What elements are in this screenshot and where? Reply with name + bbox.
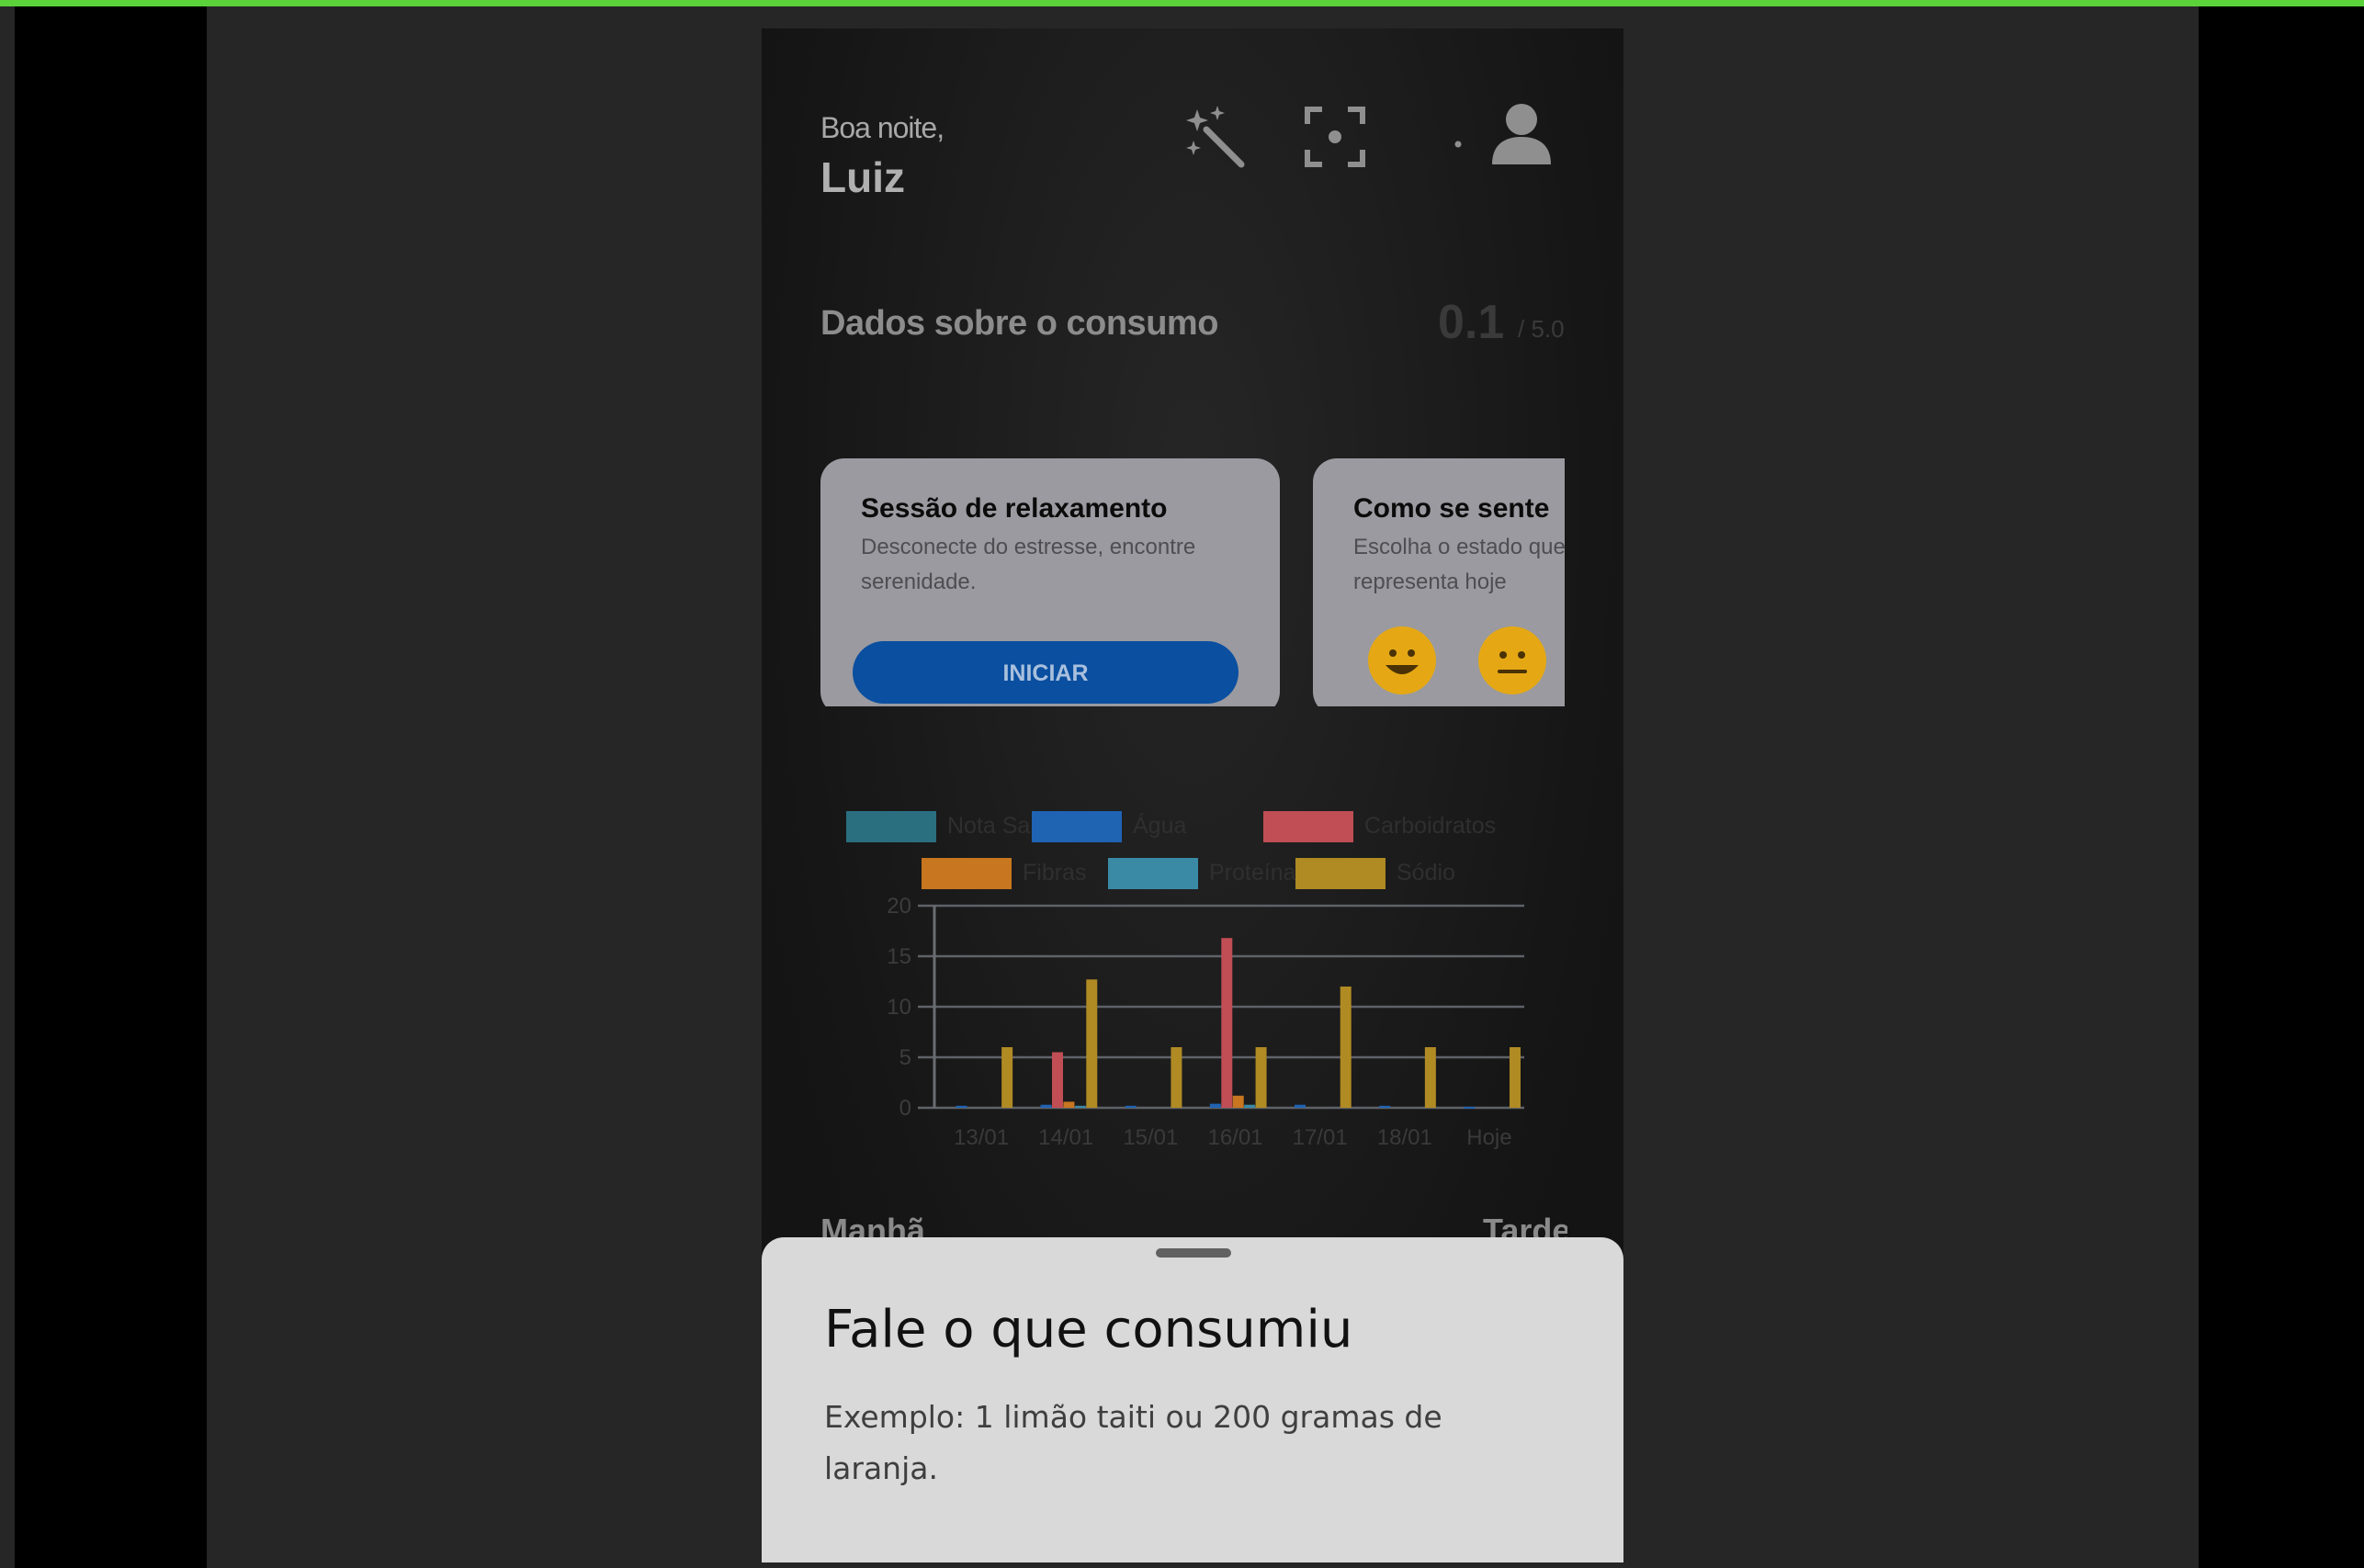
scan-icon[interactable]: [1304, 106, 1366, 168]
chart-bar: [1340, 987, 1352, 1108]
health-score-max: / 5.0: [1518, 315, 1565, 343]
x-tick-label: 13/01: [954, 1125, 1009, 1150]
relax-card[interactable]: Sessão de relaxamento Desconecte do estr…: [820, 458, 1280, 706]
mood-card-description: Escolha o estado que representa hoje: [1353, 535, 1565, 594]
consumption-title: Dados sobre o consumo: [820, 304, 1218, 343]
chart-bar: [1255, 1047, 1267, 1108]
sheet-title: Fale o que consumiu: [824, 1300, 1353, 1359]
chart-plot: 0 5 10 15 20 13/01 14/01 15/01 16/01 17/01 18/01 Ho…: [887, 894, 1524, 1150]
y-tick-label: 10: [887, 995, 911, 1020]
greeting-text: Boa noite,: [820, 111, 944, 144]
chart-bar: [1063, 1101, 1075, 1108]
window-edge: [0, 6, 15, 1568]
chart-bar: [1221, 938, 1233, 1108]
neutral-face-icon[interactable]: [1478, 626, 1546, 694]
cards-carousel[interactable]: Sessão de relaxamento Desconecte do estr…: [820, 431, 1623, 706]
x-tick-label: 18/01: [1377, 1125, 1432, 1150]
user-icon[interactable]: [1489, 102, 1554, 166]
relax-card-title: Sessão de relaxamento: [861, 493, 1168, 524]
chart-bar: [1464, 1106, 1476, 1109]
chart-bar: [1379, 1105, 1391, 1108]
consumption-chart: Nota Saúde Água Carboidratos Fibras Proteína…: [817, 763, 1589, 1168]
chart-bar: [1001, 1047, 1013, 1108]
mood-card-title: Como se sente: [1353, 493, 1550, 524]
phone-frame: Boa noite, Luiz Dados sobre o consumo 0.…: [762, 28, 1623, 1562]
y-tick-label: 20: [887, 894, 911, 919]
chart-bar: [1510, 1047, 1521, 1108]
x-tick-label: 14/01: [1038, 1125, 1093, 1150]
chart-bar: [1086, 979, 1098, 1108]
chart-bar: [956, 1105, 967, 1108]
chart-bar: [1424, 1047, 1436, 1108]
sheet-hint: Exemplo: 1 limão taiti ou 200 gramas de …: [824, 1399, 1442, 1486]
x-tick-label: Hoje: [1466, 1125, 1511, 1150]
y-tick-label: 0: [899, 1096, 911, 1121]
chart-bar: [1125, 1105, 1137, 1108]
chart-bar: [1052, 1052, 1063, 1108]
cards-viewport: Sessão de relaxamento Desconecte do estr…: [820, 431, 1565, 706]
happy-face-icon[interactable]: [1368, 626, 1436, 694]
chart-bar: [1209, 1103, 1221, 1108]
x-tick-label: 16/01: [1207, 1125, 1262, 1150]
top-progress-bar: [0, 0, 2364, 6]
x-tick-label: 15/01: [1123, 1125, 1178, 1150]
magic-wand-icon[interactable]: [1181, 102, 1250, 172]
y-tick-label: 15: [887, 944, 911, 969]
sheet-drag-handle[interactable]: [1156, 1248, 1231, 1258]
start-button[interactable]: INICIAR: [853, 641, 1239, 704]
x-tick-label: 17/01: [1293, 1125, 1348, 1150]
chart-bar: [1171, 1047, 1182, 1108]
chart-bar: [1040, 1104, 1052, 1108]
health-score: 0.1: [1438, 296, 1505, 349]
chart-bar: [1295, 1104, 1306, 1108]
mood-card[interactable]: Como se sente Escolha o estado que repre…: [1313, 458, 1565, 706]
chart-bar: [1232, 1095, 1244, 1108]
user-name: Luiz: [820, 153, 905, 201]
bottom-sheet[interactable]: Fale o que consumiu Exemplo: 1 limão tai…: [762, 1237, 1623, 1562]
letterbox-right: [2199, 6, 2364, 1568]
chart-bar: [1074, 1105, 1086, 1108]
notification-dot: [1454, 141, 1462, 148]
chart-bar: [1244, 1104, 1256, 1108]
letterbox-left: [15, 6, 207, 1568]
y-tick-label: 5: [899, 1045, 911, 1070]
app-screen: Boa noite, Luiz Dados sobre o consumo 0.…: [762, 28, 1623, 1562]
relax-card-description: Desconecte do estresse, encontre serenid…: [861, 535, 1196, 594]
